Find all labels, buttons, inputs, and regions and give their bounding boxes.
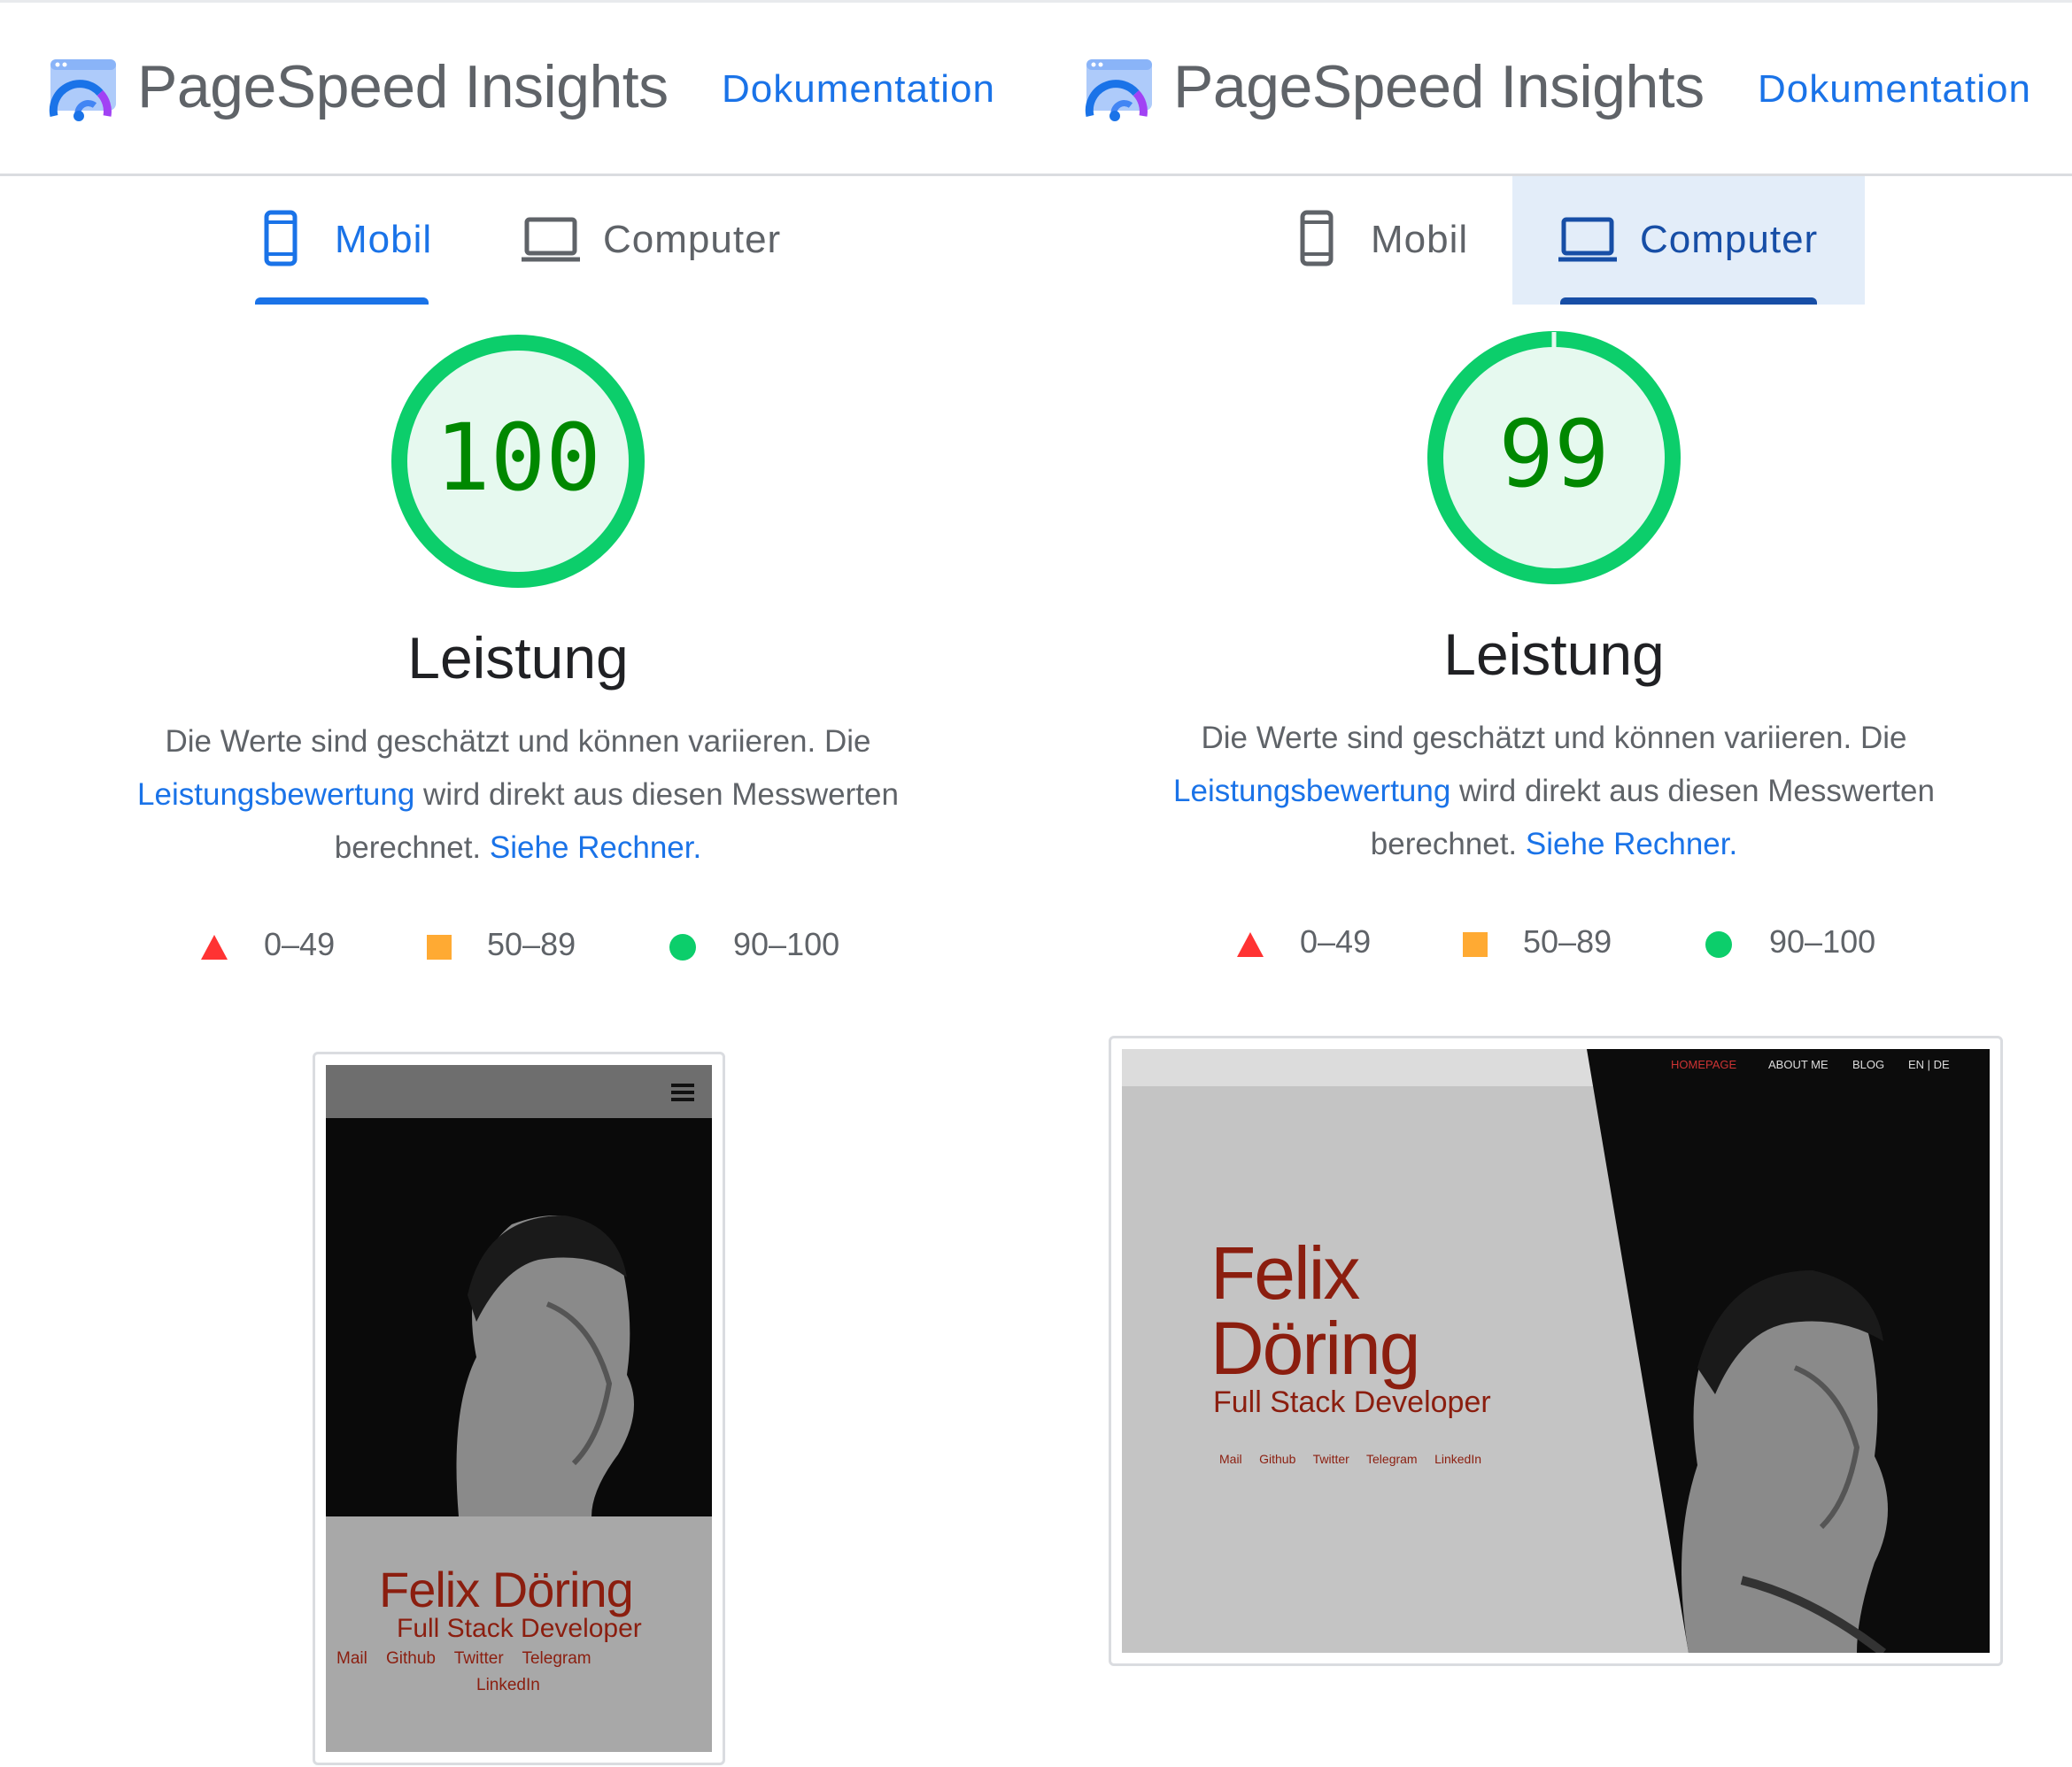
phone-icon xyxy=(1300,210,1334,266)
red-triangle-icon xyxy=(1237,932,1264,957)
site-name: Felix Döring xyxy=(379,1562,634,1617)
documentation-link[interactable]: Dokumentation xyxy=(722,67,995,112)
tab-computer[interactable]: Computer xyxy=(518,176,810,305)
site-link-telegram: Telegram xyxy=(522,1649,591,1668)
legend-range: 50–89 xyxy=(487,926,576,962)
laptop-icon xyxy=(1558,217,1617,262)
performance-score-gauge: 100 xyxy=(390,333,646,590)
site-link-linkedin: LinkedIn xyxy=(476,1676,540,1694)
metric-title: Leistung xyxy=(1443,621,1665,687)
calculator-link[interactable]: Siehe Rechner. xyxy=(1526,827,1737,861)
site-role: Full Stack Developer xyxy=(1213,1385,1491,1419)
phone-icon xyxy=(264,210,298,266)
green-circle-icon xyxy=(1705,931,1732,958)
site-nav-blog: BLOG xyxy=(1852,1058,1885,1071)
app-title: PageSpeed Insights xyxy=(1173,53,1705,120)
site-link-mail: Mail xyxy=(1219,1452,1242,1466)
site-link-github: Github xyxy=(1259,1452,1296,1466)
orange-square-icon xyxy=(1463,932,1488,957)
documentation-link[interactable]: Dokumentation xyxy=(1758,67,2031,112)
site-nav-language: EN | DE xyxy=(1908,1058,1950,1071)
page-screenshot-mobile: Felix Döring Full Stack Developer Mail G… xyxy=(326,1065,712,1752)
page-screenshot-desktop: HOMEPAGE ABOUT ME BLOG EN | DE Felix Dör… xyxy=(1122,1049,1990,1653)
tab-computer-label: Computer xyxy=(603,218,782,261)
app-title: PageSpeed Insights xyxy=(137,53,669,120)
performance-score-gauge: 99 xyxy=(1426,329,1682,586)
pagespeed-logo-icon[interactable] xyxy=(49,58,118,125)
legend-range: 90–100 xyxy=(1769,923,1876,960)
pagespeed-logo-icon[interactable] xyxy=(1085,58,1154,125)
score-value: 100 xyxy=(435,404,601,512)
site-link-github: Github xyxy=(385,1649,436,1668)
red-triangle-icon xyxy=(201,935,228,960)
active-tab-indicator xyxy=(1560,297,1817,305)
orange-square-icon xyxy=(427,935,452,960)
top-bar: PageSpeed Insights Dokumentation xyxy=(1036,3,2072,176)
hamburger-menu-icon xyxy=(671,1084,694,1101)
site-name-first: Felix xyxy=(1210,1231,1360,1315)
description-text: Die Werte sind geschätzt und können vari… xyxy=(165,724,871,759)
portrait-photo xyxy=(326,1118,712,1516)
site-nav-homepage: HOMEPAGE xyxy=(1671,1058,1737,1071)
panel-mobile-report: PageSpeed Insights Dokumentation Mobil C… xyxy=(0,0,1036,1767)
site-social-links: Mail Github Twitter Telegram LinkedIn xyxy=(1219,1452,1481,1466)
score-value: 99 xyxy=(1498,400,1610,508)
legend-range: 50–89 xyxy=(1523,923,1612,960)
final-screenshot-frame: Felix Döring Full Stack Developer Mail G… xyxy=(313,1052,725,1765)
site-name-last: Döring xyxy=(1210,1307,1420,1390)
description-text: Die Werte sind geschätzt und können vari… xyxy=(1201,721,1907,755)
green-circle-icon xyxy=(669,934,696,961)
site-link-telegram: Telegram xyxy=(1366,1452,1418,1466)
final-screenshot-frame: HOMEPAGE ABOUT ME BLOG EN | DE Felix Dör… xyxy=(1109,1036,2003,1666)
site-link-mail: Mail xyxy=(336,1649,367,1668)
legend-range: 90–100 xyxy=(733,926,840,962)
tab-computer[interactable]: Computer xyxy=(1512,176,1865,305)
tab-mobile-label: Mobil xyxy=(1371,218,1469,261)
site-role: Full Stack Developer xyxy=(397,1614,642,1643)
score-description: Die Werte sind geschätzt und können vari… xyxy=(115,715,921,875)
legend-range: 0–49 xyxy=(1300,923,1372,960)
top-bar: PageSpeed Insights Dokumentation xyxy=(0,3,1036,176)
tab-computer-label: Computer xyxy=(1640,218,1819,261)
site-link-twitter: Twitter xyxy=(453,1649,504,1668)
score-legend: 0–49 50–89 90–100 xyxy=(199,926,890,970)
active-tab-indicator xyxy=(255,297,429,305)
score-description: Die Werte sind geschätzt und können vari… xyxy=(1151,712,1957,871)
site-social-links: Mail Github Twitter Telegram xyxy=(336,1649,591,1669)
site-header xyxy=(326,1065,712,1118)
metric-title: Leistung xyxy=(407,625,629,691)
tab-mobile[interactable]: Mobil xyxy=(255,176,433,305)
site-link-linkedin: LinkedIn xyxy=(1434,1452,1481,1466)
site-link-twitter: Twitter xyxy=(1312,1452,1349,1466)
performance-score-link[interactable]: Leistungsbewertung xyxy=(137,777,414,812)
tab-mobile-label: Mobil xyxy=(335,218,433,261)
panel-desktop-report: PageSpeed Insights Dokumentation Mobil C… xyxy=(1036,0,2072,1767)
legend-range: 0–49 xyxy=(264,926,336,962)
site-nav-about: ABOUT ME xyxy=(1768,1058,1828,1071)
laptop-icon xyxy=(522,217,580,262)
performance-score-link[interactable]: Leistungsbewertung xyxy=(1173,774,1450,808)
score-legend: 0–49 50–89 90–100 xyxy=(1235,923,1926,968)
calculator-link[interactable]: Siehe Rechner. xyxy=(490,830,701,865)
